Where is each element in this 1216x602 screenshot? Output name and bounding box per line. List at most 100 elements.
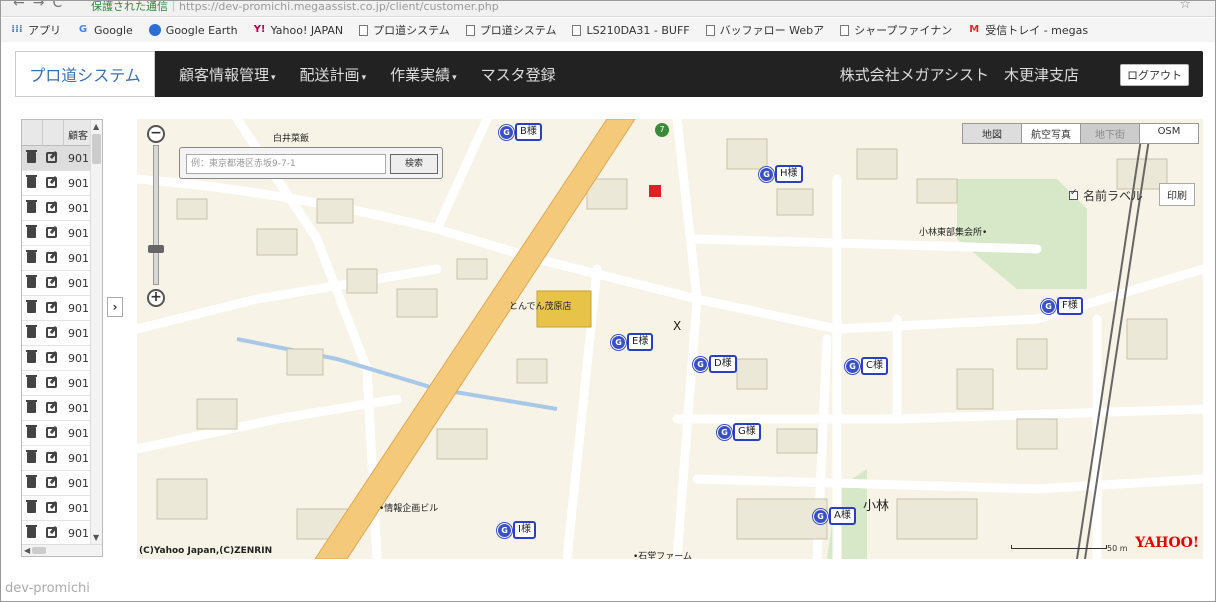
poi-label: •石堂ファーム (633, 552, 693, 559)
main-menu: 顧客情報管理 ▾ 配送計画 ▾ 作業実績 ▾ マスタ登録 (167, 64, 568, 85)
checkbox-checked-icon[interactable] (1069, 188, 1078, 200)
scroll-thumb[interactable] (92, 134, 101, 164)
menu-master-register[interactable]: マスタ登録 (481, 64, 556, 85)
customer-marker-d[interactable]: G D様 (693, 355, 737, 373)
nav-arrows-icon[interactable]: ←→C (13, 1, 70, 11)
edit-icon[interactable] (46, 302, 57, 313)
zoom-slider-track[interactable] (153, 145, 159, 285)
trash-icon[interactable] (26, 450, 37, 463)
trash-icon[interactable] (26, 475, 37, 488)
logout-button[interactable]: ログアウト (1120, 64, 1189, 86)
bookmark-google[interactable]: G Google (77, 24, 133, 37)
menu-delivery-plan[interactable]: 配送計画 ▾ (300, 64, 367, 85)
caret-down-icon: ▾ (361, 72, 367, 83)
print-button[interactable]: 印刷 (1159, 183, 1195, 206)
bookmark-yahoo[interactable]: Y! Yahoo! JAPAN (254, 24, 343, 37)
zoom-in-button[interactable]: + (147, 289, 165, 307)
customer-marker-b[interactable]: G B様 (499, 123, 542, 141)
zoom-out-button[interactable]: − (147, 125, 165, 143)
edit-icon[interactable] (46, 402, 57, 413)
trash-icon[interactable] (26, 525, 37, 538)
horizontal-scrollbar[interactable]: ◀ (22, 544, 102, 556)
edit-icon[interactable] (46, 177, 57, 188)
trash-icon[interactable] (26, 500, 37, 513)
edit-icon[interactable] (46, 502, 57, 513)
map-view[interactable]: − + 検索 地図 航空写真 地下街 OSM 名前ラベル 印刷 白井菜飯 とんで… (137, 119, 1203, 559)
customer-code: 901 (68, 202, 89, 215)
bookmark-apps[interactable]: ⁞⁞⁞ アプリ (11, 22, 61, 38)
poi-label: •情報企画ビル (379, 504, 439, 514)
bookmark-google-earth[interactable]: Google Earth (148, 24, 238, 37)
police-box-icon: X (673, 319, 682, 333)
customer-marker-e[interactable]: G E様 (611, 333, 654, 351)
trash-icon[interactable] (26, 300, 37, 313)
bookmark-promichi-1[interactable]: プロ道システム (359, 22, 450, 38)
address-search-input[interactable] (186, 154, 386, 174)
page-icon (359, 24, 369, 36)
bookmark-gmail[interactable]: M 受信トレイ - megas (968, 22, 1088, 38)
scroll-left-icon[interactable]: ◀ (24, 546, 30, 555)
search-button[interactable]: 検索 (390, 154, 438, 174)
customer-code: 901 (68, 352, 89, 365)
hscroll-thumb[interactable] (32, 547, 46, 554)
trash-icon[interactable] (26, 200, 37, 213)
customer-marker-g[interactable]: G G様 (717, 423, 761, 441)
layer-underground[interactable]: 地下街 (1080, 123, 1140, 144)
menu-customer-info[interactable]: 顧客情報管理 ▾ (179, 64, 276, 85)
vertical-scrollbar[interactable]: ▲ ▼ (90, 120, 102, 556)
edit-icon[interactable] (46, 277, 57, 288)
expand-list-button[interactable]: › (107, 297, 123, 317)
edit-icon[interactable] (46, 327, 57, 338)
layer-aerial[interactable]: 航空写真 (1021, 123, 1081, 144)
trash-icon[interactable] (26, 275, 37, 288)
customer-marker-c[interactable]: G C様 (845, 357, 888, 375)
trash-icon[interactable] (26, 400, 37, 413)
edit-icon[interactable] (46, 227, 57, 238)
edit-icon[interactable] (46, 527, 57, 538)
scroll-up-icon[interactable]: ▲ (93, 122, 99, 131)
trash-icon[interactable] (26, 375, 37, 388)
trash-icon[interactable] (26, 175, 37, 188)
edit-icon[interactable] (46, 252, 57, 263)
edit-icon[interactable] (46, 452, 57, 463)
trash-icon[interactable] (26, 325, 37, 338)
bookmark-buffalo[interactable]: バッファロー Webア (705, 22, 824, 38)
customer-marker-i[interactable]: G I様 (497, 521, 536, 539)
url-text[interactable]: 保護された通信｜https://dev-promichi.megaassist.… (91, 1, 499, 14)
menu-work-results[interactable]: 作業実績 ▾ (390, 64, 457, 85)
edit-icon[interactable] (46, 427, 57, 438)
layer-map[interactable]: 地図 (962, 123, 1022, 144)
edit-icon[interactable] (46, 352, 57, 363)
customer-code: 901 (68, 377, 89, 390)
customer-column-header[interactable]: 顧客 (68, 127, 88, 142)
bookmark-promichi-2[interactable]: プロ道システム (465, 22, 556, 38)
poi-label: とんでん茂原店 (509, 302, 572, 312)
bookmark-sharp[interactable]: シャープファイナン (840, 22, 952, 38)
company-branch-label: 株式会社メガアシスト 木更津支店 (839, 65, 1079, 84)
trash-icon[interactable] (26, 150, 37, 163)
customer-marker-f[interactable]: G F様 (1041, 297, 1083, 315)
zoom-slider-knob[interactable] (148, 245, 164, 253)
edit-icon[interactable] (46, 152, 57, 163)
brand-link[interactable]: プロ道システム (15, 51, 155, 97)
layer-osm[interactable]: OSM (1139, 123, 1199, 144)
name-label-toggle[interactable]: 名前ラベル (1069, 187, 1143, 204)
trash-icon[interactable] (26, 250, 37, 263)
edit-icon[interactable] (46, 377, 57, 388)
trash-icon[interactable] (26, 350, 37, 363)
g-pin-icon: G (845, 358, 860, 374)
trash-icon[interactable] (26, 225, 37, 238)
edit-icon[interactable] (46, 477, 57, 488)
browser-window: ←→C 保護された通信｜https://dev-promichi.megaass… (0, 0, 1216, 602)
bookmark-star-icon[interactable]: ☆ (1179, 1, 1191, 12)
edit-icon[interactable] (46, 202, 57, 213)
poi-label: 小林東部集会所• (919, 228, 988, 238)
customer-marker-h[interactable]: G H様 (759, 165, 803, 183)
trash-icon[interactable] (26, 425, 37, 438)
bookmark-ls210[interactable]: LS210DA31 - BUFF (572, 24, 690, 37)
customer-marker-a[interactable]: G A様 (813, 507, 856, 525)
g-pin-icon: G (497, 522, 512, 538)
scroll-down-icon[interactable]: ▼ (93, 533, 99, 542)
customer-code: 901 (68, 252, 89, 265)
bookmarks-bar: ⁞⁞⁞ アプリ G Google Google Earth Y! Yahoo! JAP… (1, 18, 1215, 42)
